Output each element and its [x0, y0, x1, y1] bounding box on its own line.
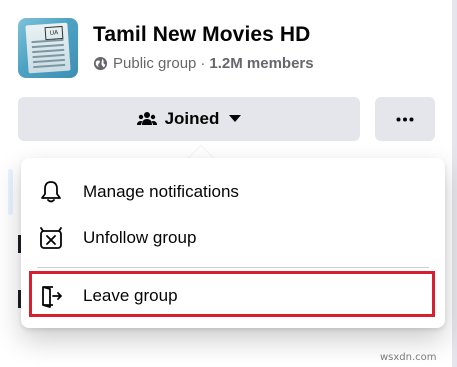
menu-item-manage-notifications[interactable]: Manage notifications — [29, 170, 437, 214]
caret-down-icon — [229, 115, 242, 122]
unfollow-box-icon — [40, 227, 62, 249]
menu-divider — [37, 267, 429, 268]
menu-item-label: Unfollow group — [83, 228, 197, 247]
meta-separator: · — [200, 54, 206, 72]
more-options-button[interactable] — [375, 97, 435, 141]
background-content-edge — [0, 165, 22, 365]
member-count[interactable]: 1.2M members — [209, 55, 313, 72]
globe-icon — [93, 56, 108, 70]
group-meta: Public group · 1.2M members — [93, 54, 314, 72]
privacy-label: Public group — [113, 54, 197, 72]
joined-button[interactable]: Joined — [18, 97, 360, 141]
menu-item-unfollow-group[interactable]: Unfollow group — [29, 216, 437, 260]
page-edge — [452, 0, 457, 367]
group-cover-image[interactable]: UA — [18, 18, 78, 78]
more-horizontal-icon — [396, 117, 414, 121]
joined-label: Joined — [164, 109, 220, 128]
cover-ua-badge: UA — [44, 25, 64, 41]
watermark: wsxdn.com — [380, 352, 437, 363]
cover-certificate: UA — [25, 22, 71, 74]
group-title[interactable]: Tamil New Movies HD — [93, 23, 310, 47]
people-icon — [136, 112, 157, 125]
menu-item-label: Manage notifications — [83, 182, 239, 201]
leave-group-highlight — [29, 271, 435, 317]
bell-icon — [41, 181, 61, 203]
